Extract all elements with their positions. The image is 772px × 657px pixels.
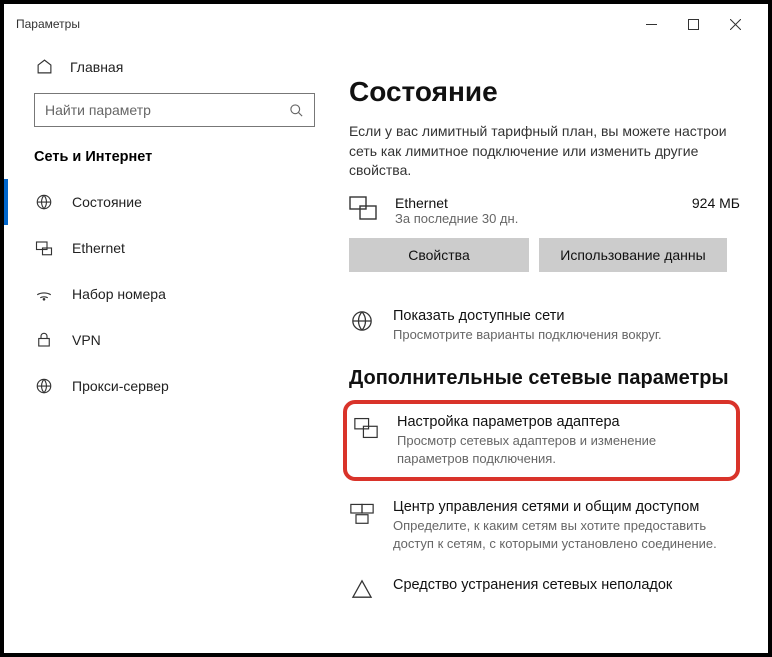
nav-list: Состояние Ethernet Набор номера (4, 179, 339, 409)
search-icon (289, 103, 304, 118)
status-icon (34, 193, 54, 211)
highlight-annotation: Настройка параметров адаптера Просмотр с… (343, 400, 740, 481)
adapter-sub: Просмотр сетевых адаптеров и изменение п… (397, 432, 726, 467)
nav-label: Ethernet (72, 240, 125, 256)
show-networks-title: Показать доступные сети (393, 308, 740, 326)
dialup-icon (34, 287, 54, 301)
ethernet-period: За последние 30 дн. (395, 211, 674, 226)
warning-icon (349, 577, 375, 599)
ethernet-row: Ethernet За последние 30 дн. 924 МБ (349, 195, 740, 238)
sharing-sub: Определите, к каким сетям вы хотите пред… (393, 517, 740, 552)
ethernet-usage: 924 МБ (692, 195, 740, 211)
settings-window: Параметры Главная Найти параметр (0, 0, 772, 657)
globe-icon (349, 308, 375, 332)
nav-label: Прокси-сервер (72, 378, 169, 394)
sharing-center-link[interactable]: Центр управления сетями и общим доступом… (349, 489, 740, 566)
vpn-icon (34, 331, 54, 349)
page-title: Состояние (349, 44, 740, 122)
sidebar-item-ethernet[interactable]: Ethernet (4, 225, 339, 271)
ethernet-icon (34, 239, 54, 257)
nav-label: Набор номера (72, 286, 166, 302)
proxy-icon (34, 377, 54, 395)
home-label: Главная (70, 59, 123, 75)
data-usage-button[interactable]: Использование данны (539, 238, 727, 272)
sidebar-item-proxy[interactable]: Прокси-сервер (4, 363, 339, 409)
maximize-button[interactable] (672, 9, 714, 39)
sidebar: Главная Найти параметр Сеть и Интернет С… (4, 44, 339, 653)
ethernet-name: Ethernet (395, 195, 674, 211)
search-input[interactable]: Найти параметр (34, 93, 315, 127)
sharing-icon (349, 499, 375, 525)
metered-description: Если у вас лимитный тарифный план, вы мо… (349, 122, 729, 195)
sidebar-item-status[interactable]: Состояние (4, 179, 339, 225)
sidebar-item-vpn[interactable]: VPN (4, 317, 339, 363)
show-networks-sub: Просмотрите варианты подключения вокруг. (393, 326, 740, 344)
main-content: Состояние Если у вас лимитный тарифный п… (339, 44, 768, 653)
window-controls (630, 9, 756, 39)
search-placeholder: Найти параметр (45, 102, 281, 118)
nav-label: VPN (72, 332, 101, 348)
advanced-section-title: Дополнительные сетевые параметры (349, 357, 740, 398)
close-button[interactable] (714, 9, 756, 39)
section-title: Сеть и Интернет (4, 145, 339, 179)
ethernet-icon (349, 195, 377, 221)
sidebar-item-dialup[interactable]: Набор номера (4, 271, 339, 317)
titlebar: Параметры (4, 4, 768, 44)
troubleshoot-link[interactable]: Средство устранения сетевых неполадок (349, 567, 740, 599)
sharing-title: Центр управления сетями и общим доступом (393, 499, 740, 517)
properties-button[interactable]: Свойства (349, 238, 529, 272)
show-networks-link[interactable]: Показать доступные сети Просмотрите вари… (349, 298, 740, 358)
minimize-button[interactable] (630, 9, 672, 39)
home-icon (34, 58, 54, 75)
home-link[interactable]: Главная (4, 52, 339, 93)
adapter-title: Настройка параметров адаптера (397, 414, 726, 432)
adapter-settings-link[interactable]: Настройка параметров адаптера Просмотр с… (347, 412, 732, 469)
window-caption: Параметры (16, 17, 80, 31)
adapter-icon (353, 414, 379, 440)
troubleshoot-title: Средство устранения сетевых неполадок (393, 577, 740, 595)
nav-label: Состояние (72, 194, 142, 210)
